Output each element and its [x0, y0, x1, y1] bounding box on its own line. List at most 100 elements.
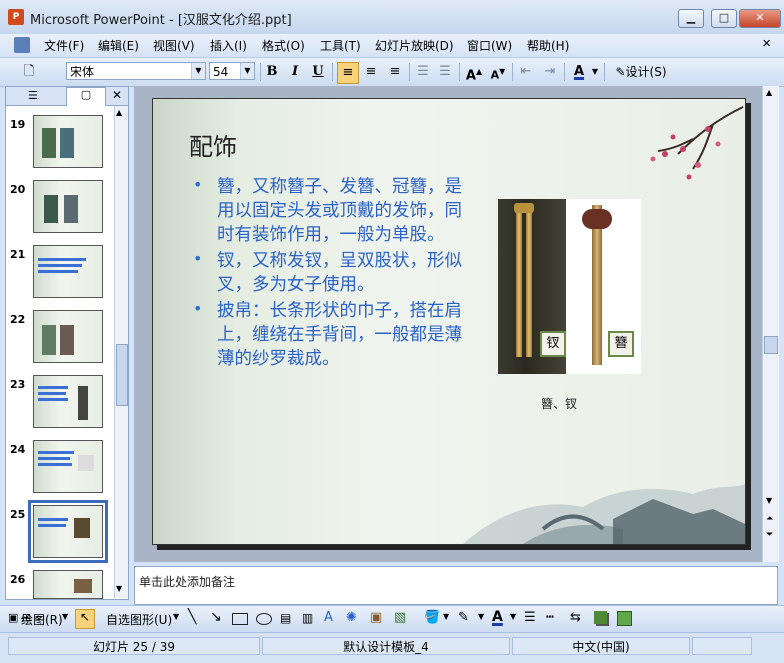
scroll-up-icon[interactable]: ▲: [116, 108, 122, 117]
bullet-text: 钗，又称发钗，呈双股状，形似叉，多为女子使用。: [217, 251, 462, 295]
bullet-list[interactable]: • 簪，又称簪子、发簪、冠簪，是用以固定头发或顶戴的发饰，同时有装饰作用，一般为…: [193, 175, 475, 371]
chevron-down-icon[interactable]: ▼: [173, 612, 179, 621]
fill-color-icon[interactable]: 🪣: [424, 610, 440, 625]
line-icon[interactable]: ╲: [188, 609, 196, 625]
hairpin-picture[interactable]: 钗 簪: [498, 199, 641, 374]
font-size-select[interactable]: 54 ▼: [209, 62, 255, 80]
numbering-button[interactable]: ☰: [414, 62, 432, 82]
design-button[interactable]: ✎设计(S): [610, 62, 672, 82]
draw-menu-button[interactable]: 绘图(R): [21, 611, 63, 628]
menu-insert[interactable]: 插入(I): [210, 37, 247, 54]
status-cell-empty: [692, 637, 752, 655]
slide-thumbnail-23[interactable]: [33, 375, 103, 428]
clipart-icon[interactable]: ▣: [370, 610, 382, 625]
rectangle-icon[interactable]: [232, 613, 248, 625]
3d-style-icon[interactable]: [617, 611, 632, 626]
menu-file[interactable]: 文件(F): [44, 37, 84, 54]
next-slide-icon[interactable]: ⏷: [766, 530, 773, 540]
arrow-icon[interactable]: ↘: [210, 609, 222, 625]
decrease-indent-button[interactable]: ⇤: [517, 62, 535, 82]
design-icon: ✎: [615, 65, 626, 79]
dash-style-icon[interactable]: ┅: [546, 610, 554, 625]
menu-help[interactable]: 帮助(H): [527, 37, 569, 54]
powerpoint-icon[interactable]: P: [8, 9, 24, 25]
select-pointer-icon[interactable]: ↖: [75, 609, 95, 629]
label-zan: 簪: [608, 331, 634, 357]
chevron-down-icon[interactable]: ▼: [62, 612, 68, 621]
bullet-item: • 钗，又称发钗，呈双股状，形似叉，多为女子使用。: [193, 249, 475, 297]
line-color-icon[interactable]: ✎: [458, 610, 469, 625]
new-document-icon[interactable]: 🗋: [20, 62, 38, 82]
slide-thumbnail-21[interactable]: [33, 245, 103, 298]
slide-thumbnail-26[interactable]: [33, 570, 103, 599]
align-left-button[interactable]: ≡: [337, 62, 359, 84]
insert-picture-icon[interactable]: ▧: [394, 610, 406, 625]
menu-view[interactable]: 视图(V): [153, 37, 195, 54]
chevron-down-icon[interactable]: ▼: [443, 612, 449, 621]
underline-button[interactable]: U: [310, 62, 326, 82]
bullet-dot: •: [193, 299, 203, 318]
autoshapes-button[interactable]: 自选图形(U): [106, 611, 172, 628]
landscape-decoration: [463, 484, 745, 544]
scroll-down-icon[interactable]: ▼: [116, 584, 122, 593]
slide-thumbnail-19[interactable]: [33, 115, 103, 168]
bullets-button[interactable]: ☰: [436, 62, 454, 82]
bold-button[interactable]: B: [264, 62, 280, 82]
align-center-button[interactable]: ≡: [362, 62, 380, 82]
decrease-font-button[interactable]: A▼: [489, 62, 507, 82]
arrow-style-icon[interactable]: ⇆: [570, 610, 581, 625]
increase-indent-button[interactable]: ⇥: [541, 62, 559, 82]
slide-thumbnail-20[interactable]: [33, 180, 103, 233]
font-color-icon[interactable]: A: [492, 609, 503, 625]
scroll-thumb[interactable]: [116, 344, 128, 406]
thumb-number: 22: [10, 313, 26, 326]
line-style-icon[interactable]: ☰: [524, 610, 536, 625]
font-color-button[interactable]: A: [570, 62, 588, 82]
menu-window[interactable]: 窗口(W): [467, 37, 512, 54]
outline-tab[interactable]: ☰: [28, 89, 38, 102]
maximize-button[interactable]: □: [711, 9, 737, 28]
scroll-thumb[interactable]: [764, 336, 778, 354]
font-name-select[interactable]: 宋体 ▼: [66, 62, 206, 80]
previous-slide-icon[interactable]: ⏶: [766, 514, 773, 524]
slide[interactable]: 配饰 • 簪，又称簪子、发簪、冠簪，是用以固定头发或顶戴的发饰，同时有装饰作用，…: [152, 98, 746, 545]
shadow-style-icon[interactable]: [594, 611, 607, 624]
document-menu-icon[interactable]: [14, 37, 30, 53]
vertical-textbox-icon[interactable]: ▥: [302, 611, 313, 625]
close-document-icon[interactable]: ✕: [762, 37, 771, 50]
scroll-down-icon[interactable]: ▼: [766, 496, 772, 505]
menu-edit[interactable]: 编辑(E): [98, 37, 139, 54]
slide-scrollbar[interactable]: ▲ ▼ ⏶ ⏷: [762, 86, 779, 562]
oval-icon[interactable]: [256, 613, 272, 625]
thumb-number: 23: [10, 378, 26, 391]
thumbnails-scrollbar[interactable]: ▲ ▼: [114, 106, 128, 598]
wordart-icon[interactable]: A: [324, 610, 333, 625]
italic-button[interactable]: I: [287, 62, 303, 82]
slide-thumbnail-22[interactable]: [33, 310, 103, 363]
bullet-dot: •: [193, 249, 203, 268]
slide-counter: 幻灯片 25 / 39: [8, 637, 260, 655]
minimize-button[interactable]: ▁: [678, 9, 704, 28]
chevron-down-icon[interactable]: ▼: [510, 612, 516, 621]
slide-thumbnail-25[interactable]: [28, 500, 108, 563]
slides-tab[interactable]: ▢: [66, 87, 106, 106]
menu-format[interactable]: 格式(O): [262, 37, 305, 54]
chevron-down-icon[interactable]: ▼: [478, 612, 484, 621]
slide-title[interactable]: 配饰: [189, 127, 237, 162]
close-panel-icon[interactable]: ✕: [112, 88, 122, 102]
drawing-toolbar: ▣ ⊞ ▭ 绘图(R) ▼ ↖ 自选图形(U) ▼ ╲ ↘ ▤ ▥ A ✺ ▣ …: [0, 605, 784, 632]
picture-caption[interactable]: 簪、钗: [541, 395, 577, 412]
slide-thumbnail-24[interactable]: [33, 440, 103, 493]
menu-slideshow[interactable]: 幻灯片放映(D): [375, 37, 454, 54]
close-button[interactable]: ✕: [739, 9, 781, 28]
bullet-item: • 簪，又称簪子、发簪、冠簪，是用以固定头发或顶戴的发饰，同时有装饰作用，一般为…: [193, 175, 475, 247]
menu-tools[interactable]: 工具(T): [320, 37, 361, 54]
textbox-icon[interactable]: ▤: [280, 611, 291, 625]
design-template-name[interactable]: 默认设计模板_4: [262, 637, 510, 655]
notes-pane[interactable]: 单击此处添加备注: [134, 566, 778, 605]
font-color-dropdown[interactable]: ▼: [590, 62, 600, 82]
align-right-button[interactable]: ≡: [386, 62, 404, 82]
scroll-up-icon[interactable]: ▲: [766, 88, 772, 97]
diagram-icon[interactable]: ✺: [346, 610, 357, 625]
increase-font-button[interactable]: A▲: [465, 62, 483, 83]
